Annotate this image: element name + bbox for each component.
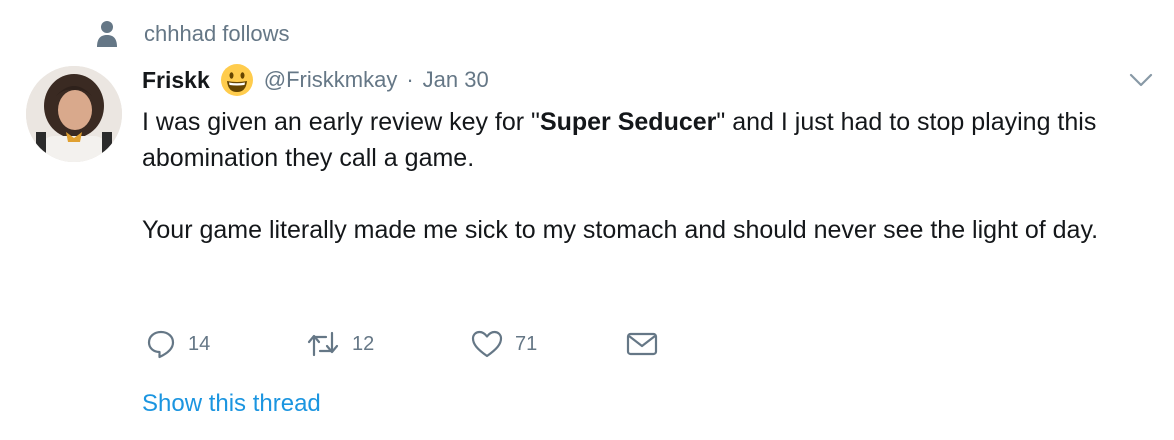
avatar[interactable] [26, 66, 122, 162]
tweet-actions: 14 12 71 [146, 326, 658, 362]
display-name[interactable]: Friskk [142, 67, 210, 94]
direct-message-button[interactable] [626, 331, 658, 357]
show-thread-link[interactable]: Show this thread [142, 390, 321, 418]
tweet-date[interactable]: Jan 30 [423, 67, 489, 93]
tweet-text: I was given an early review key for "Sup… [142, 104, 1142, 248]
social-context-text[interactable]: chhhad follows [144, 21, 290, 47]
chevron-down-icon[interactable] [1128, 70, 1154, 90]
smiling-face-emoji-icon [220, 64, 253, 96]
reply-icon [147, 330, 175, 359]
user-handle[interactable]: @Friskkmkay [264, 67, 398, 93]
heart-icon [471, 330, 503, 358]
envelope-icon [626, 332, 658, 356]
social-context: chhhad follows [96, 18, 290, 50]
person-icon [97, 21, 117, 47]
game-title: Super Seducer [539, 108, 717, 136]
retweet-count: 12 [352, 332, 375, 355]
tweet-paragraph-1: I was given an early review key for "Sup… [142, 108, 1097, 172]
separator-dot: · [406, 67, 414, 92]
like-count: 71 [515, 332, 538, 355]
tweet-paragraph-2: Your game literally made me sick to my s… [142, 216, 1099, 244]
reply-button[interactable]: 14 [146, 329, 306, 359]
like-button[interactable]: 71 [471, 329, 626, 359]
tweet-header: Friskk @Friskkmkay · Jan 30 [142, 62, 489, 98]
retweet-button[interactable]: 12 [306, 329, 471, 359]
reply-count: 14 [188, 332, 211, 355]
retweet-icon [307, 331, 339, 357]
